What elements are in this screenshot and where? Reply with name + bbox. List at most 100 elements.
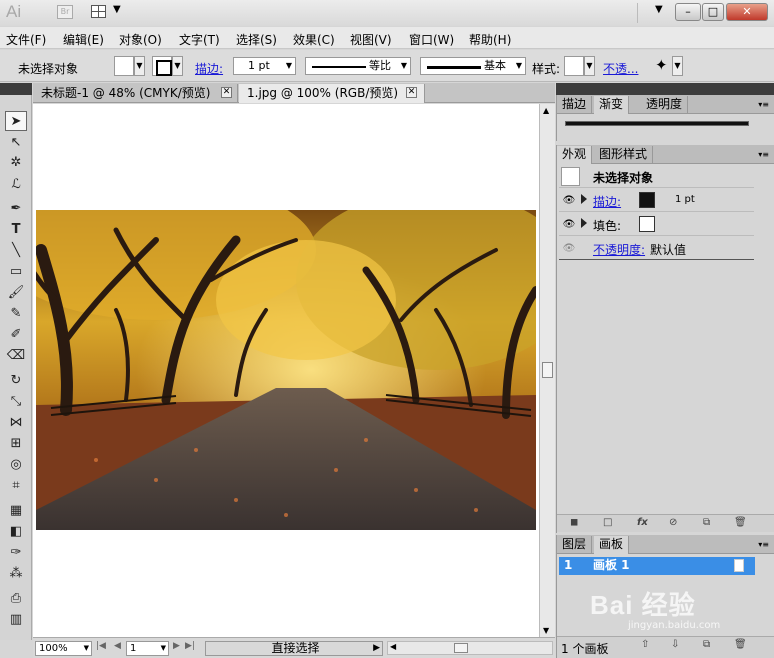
opacity-link[interactable]: 不透明度: [593,241,645,258]
selection-tool-icon[interactable]: ➤ [5,111,27,131]
close-button[interactable]: ✕ [726,3,768,21]
last-page-icon[interactable]: ▶| [185,641,195,651]
next-page-icon[interactable]: ▶ [173,641,180,651]
eye-icon[interactable]: 👁 [561,217,577,232]
tab-transparency[interactable]: 透明度 [641,96,689,114]
expand-triangle-icon[interactable] [581,218,587,228]
menu-view[interactable]: 视图(V) [350,31,392,48]
panel-menu-icon[interactable]: ▾≡ [758,100,769,109]
fill-row[interactable]: 👁 填色: [559,213,754,236]
clear-appearance-icon[interactable]: ⊘ [669,517,677,528]
trash-icon[interactable]: 🗑 [734,639,747,650]
rotate-tool-icon[interactable]: ↻ [5,371,27,391]
page-field[interactable]: 1 ▼ [126,641,169,656]
menu-object[interactable]: 对象(O) [119,31,162,48]
wand-icon[interactable]: ✦ [655,56,668,74]
style-swatch[interactable] [564,56,584,76]
prev-page-icon[interactable]: ◀ [114,641,121,651]
move-up-icon[interactable]: ⇧ [641,639,649,650]
pen-tool-icon[interactable]: ✒ [5,199,27,219]
fill-swatch[interactable] [114,56,134,76]
tab-appearance[interactable]: 外观 [557,146,593,164]
menu-help[interactable]: 帮助(H) [469,31,511,48]
menu-file[interactable]: 文件(F) [6,31,46,48]
variable-width-profile[interactable]: 等比 ▼ [305,57,411,75]
scale-tool-icon[interactable]: ⤡ [5,392,27,412]
scroll-thumb[interactable] [542,362,553,378]
style-dropdown[interactable]: ▼ [584,56,595,76]
workspace-dropdown-icon[interactable]: ▼ [655,4,663,15]
new-artboard-icon[interactable]: ⧉ [703,639,710,650]
eyedropper-tool-icon[interactable]: ✑ [5,543,27,563]
perspective-grid-tool-icon[interactable]: ⌗ [5,476,27,496]
horizontal-scrollbar[interactable]: ◀ [387,641,553,655]
minimize-button[interactable]: – [675,3,701,21]
expand-triangle-icon[interactable] [581,194,587,204]
options-dropdown[interactable]: ▼ [672,56,683,76]
lasso-tool-icon[interactable]: ℒ [5,175,27,195]
paintbrush-tool-icon[interactable]: 🖌 [5,283,27,303]
fill-color-swatch[interactable] [639,216,655,232]
scroll-down-icon[interactable]: ▼ [543,626,549,635]
trash-icon[interactable]: 🗑 [734,517,747,528]
stroke-dropdown[interactable]: ▼ [172,56,183,76]
column-graph-tool-icon[interactable]: ▥ [5,610,27,630]
gradient-tool-icon[interactable]: ◧ [5,522,27,542]
line-tool-icon[interactable]: ╲ [5,241,27,261]
panel-dock-header[interactable] [556,83,774,95]
eye-icon[interactable]: 👁 [561,193,577,208]
tab-layers[interactable]: 图层 [557,536,593,554]
eraser-tool-icon[interactable]: ⌫ [5,346,27,366]
add-stroke-icon[interactable]: ◼ [570,517,578,528]
current-tool-status[interactable]: 直接选择 ▶ [205,641,383,656]
duplicate-item-icon[interactable]: ⧉ [703,517,710,528]
stroke-weight-field[interactable]: 1 pt ▼ [233,57,296,75]
fx-icon[interactable]: fx [637,517,648,528]
stroke-row[interactable]: 👁 描边: 1 pt [559,189,754,212]
autumn-park-photo[interactable] [36,210,536,530]
artboard-list-item[interactable]: 1 画板 1 [559,557,755,575]
stroke-link[interactable]: 描边: [593,193,621,210]
opacity-link[interactable]: 不透... [603,60,638,77]
menu-effect[interactable]: 效果(C) [293,31,335,48]
opacity-row[interactable]: 👁 不透明度: 默认值 [559,237,754,260]
mesh-tool-icon[interactable]: ▦ [5,501,27,521]
panel-menu-icon[interactable]: ▾≡ [758,150,769,159]
tab-stroke[interactable]: 描边 [557,96,593,114]
tools-panel-header[interactable] [0,83,32,95]
move-down-icon[interactable]: ⇩ [671,639,679,650]
magic-wand-tool-icon[interactable]: ✲ [5,153,27,173]
direct-selection-tool-icon[interactable]: ↖ [5,133,27,153]
menu-edit[interactable]: 编辑(E) [63,31,104,48]
blob-brush-tool-icon[interactable]: ✐ [5,325,27,345]
stroke-color-swatch[interactable] [639,192,655,208]
brush-definition[interactable]: 基本 ▼ [420,57,526,75]
tab-gradient[interactable]: 渐变 [594,96,630,114]
scroll-left-icon[interactable]: ◀ [390,642,396,651]
menu-select[interactable]: 选择(S) [236,31,277,48]
artboard-options-icon[interactable] [734,559,744,572]
eye-icon[interactable]: 👁 [561,241,577,256]
scroll-up-icon[interactable]: ▲ [543,106,549,115]
fill-dropdown[interactable]: ▼ [134,56,145,76]
maximize-button[interactable]: □ [702,3,724,21]
tab-artboards[interactable]: 画板 [594,536,630,554]
first-page-icon[interactable]: |◀ [96,641,106,651]
tab-graphic-styles[interactable]: 图形样式 [594,146,654,164]
pencil-tool-icon[interactable]: ✎ [5,304,27,324]
tab-untitled-1[interactable]: 未标题-1 @ 48% (CMYK/预览) ✕ [33,84,238,103]
tab-1-jpg[interactable]: 1.jpg @ 100% (RGB/预览) ✕ [239,84,425,103]
stroke-swatch[interactable] [152,56,172,76]
artboard-canvas[interactable] [33,104,539,637]
close-icon[interactable]: ✕ [221,87,232,98]
close-icon[interactable]: ✕ [406,87,417,98]
gradient-slider[interactable] [565,121,749,126]
symbol-sprayer-tool-icon[interactable]: ⎙ [5,589,27,609]
blend-tool-icon[interactable]: ⁂ [5,564,27,584]
stroke-link[interactable]: 描边: [195,60,223,77]
scroll-thumb[interactable] [454,643,468,653]
vertical-scrollbar[interactable]: ▲ ▼ [539,104,555,637]
type-tool-icon[interactable]: T [5,220,27,240]
menu-type[interactable]: 文字(T) [179,31,220,48]
rectangle-tool-icon[interactable]: ▭ [5,262,27,282]
